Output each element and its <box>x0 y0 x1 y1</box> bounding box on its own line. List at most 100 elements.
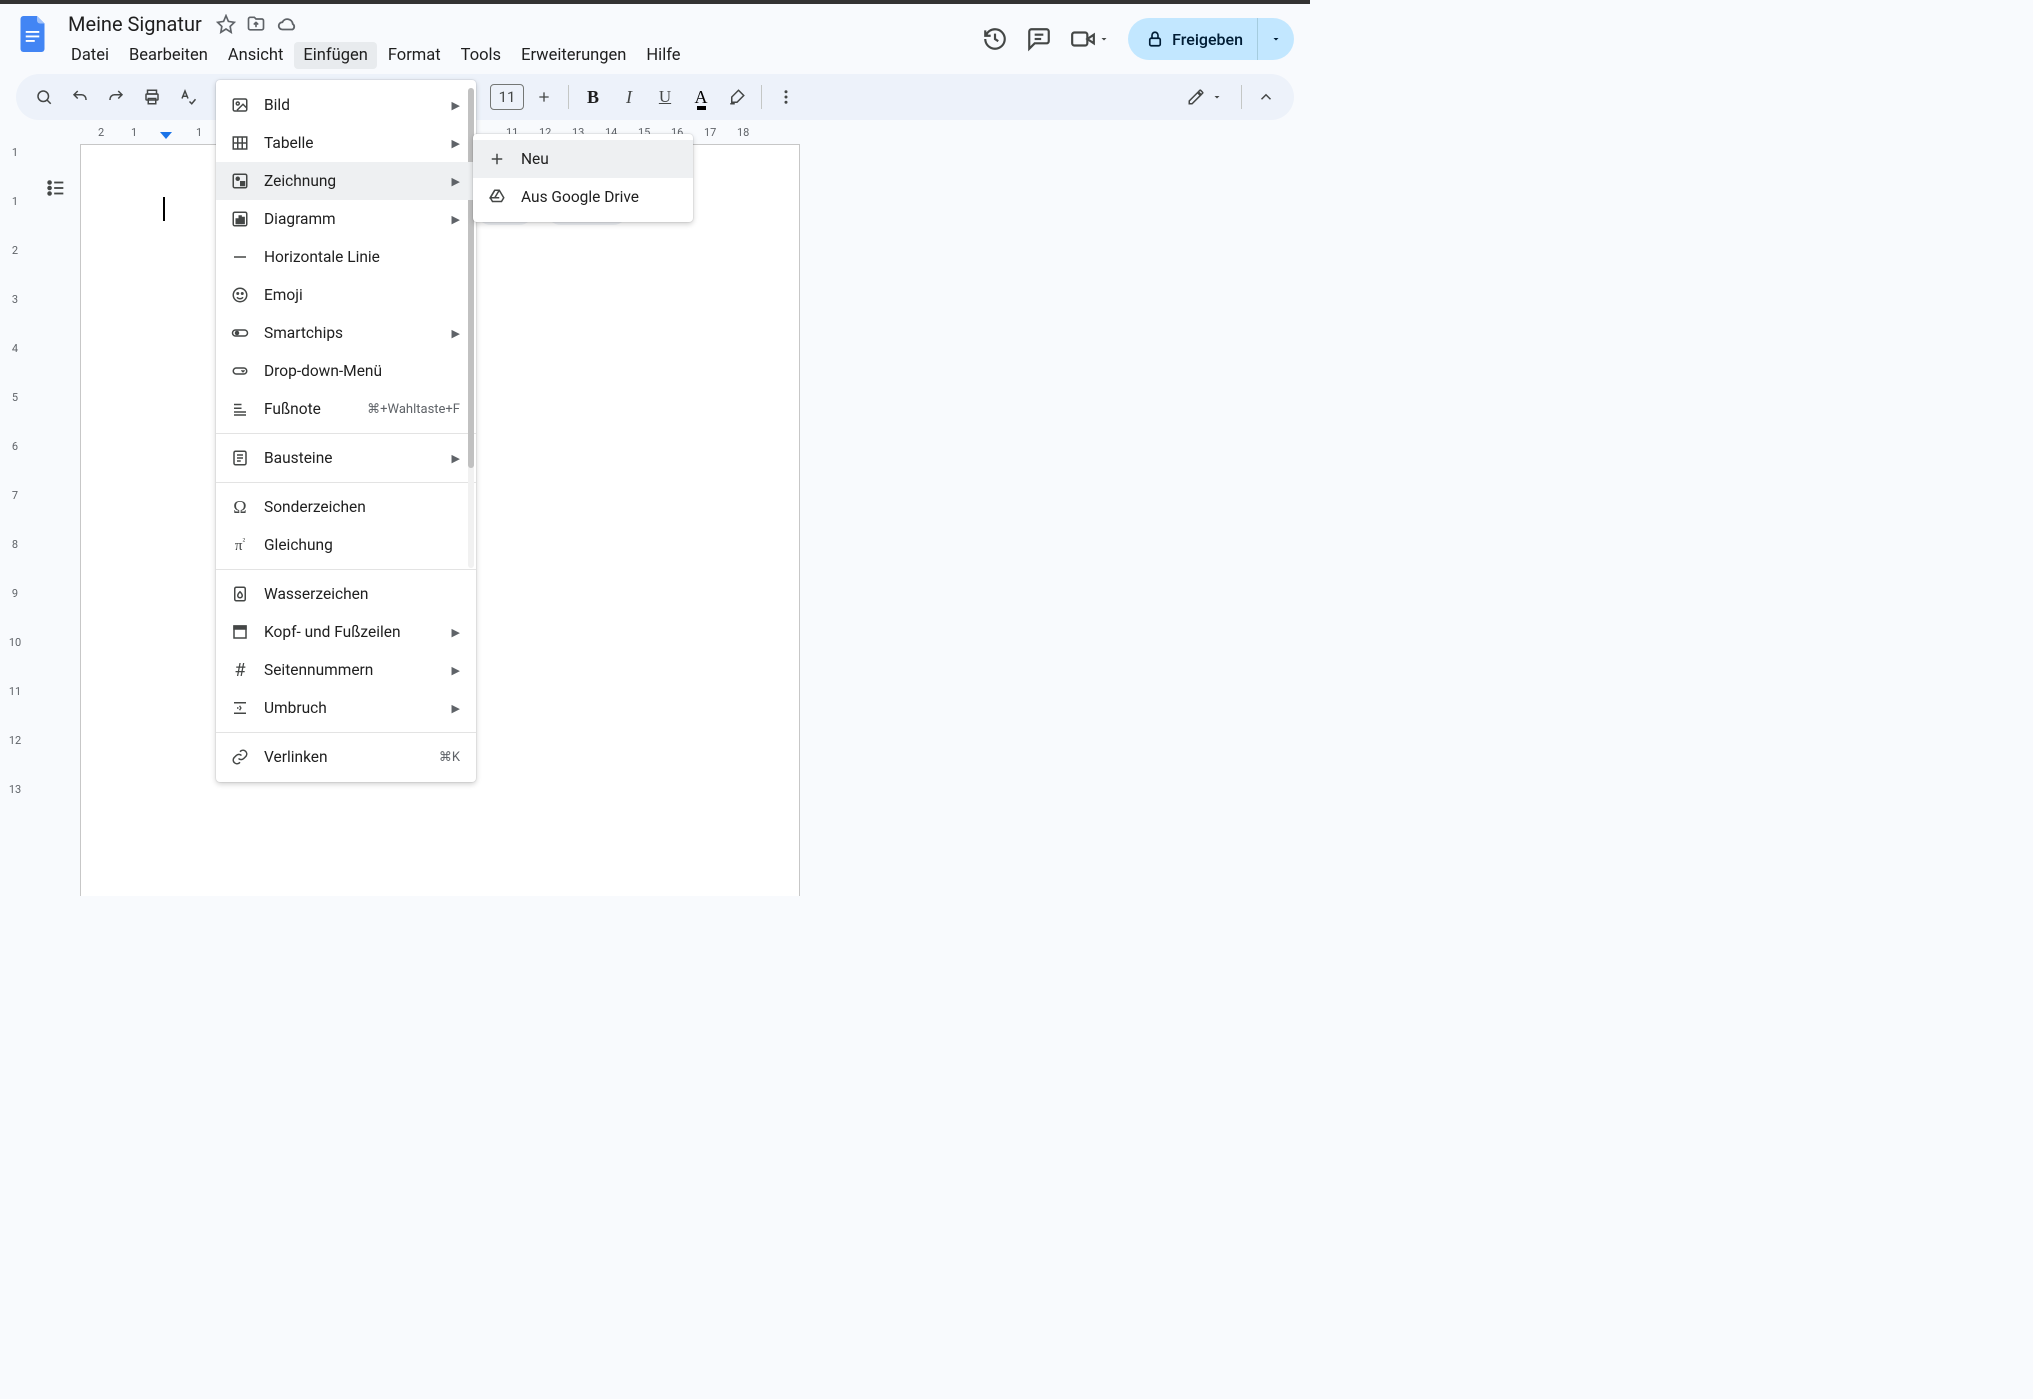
text-cursor <box>163 197 165 221</box>
menu-datei[interactable]: Datei <box>62 42 118 69</box>
menu-item-smartchips[interactable]: Smartchips ▶ <box>216 314 476 352</box>
font-size-increase[interactable] <box>528 81 560 113</box>
menu-item-label: Smartchips <box>264 324 438 342</box>
highlight-icon[interactable] <box>721 81 753 113</box>
share-dropdown[interactable] <box>1257 18 1294 60</box>
comments-icon[interactable] <box>1026 26 1052 52</box>
submenu-arrow-icon: ▶ <box>452 175 460 188</box>
menu-format[interactable]: Format <box>379 42 450 69</box>
menu-item-label: Bausteine <box>264 449 438 467</box>
chart-icon <box>230 210 250 228</box>
text-color-icon[interactable]: A <box>685 81 717 113</box>
menu-item-label: Drop-down-Menü <box>264 362 460 380</box>
submenu-item-label: Neu <box>521 150 677 168</box>
share-button[interactable]: Freigeben <box>1128 18 1294 60</box>
menu-hilfe[interactable]: Hilfe <box>637 42 689 69</box>
menubar: Datei Bearbeiten Ansicht Einfügen Format… <box>62 42 982 69</box>
submenu-arrow-icon: ▶ <box>452 327 460 340</box>
menu-item-diagramm[interactable]: Diagramm ▶ <box>216 200 476 238</box>
menu-ansicht[interactable]: Ansicht <box>219 42 293 69</box>
menu-shortcut: ⌘K <box>439 750 460 765</box>
indent-marker[interactable] <box>160 132 172 139</box>
menu-item-label: Seitennummern <box>264 661 438 679</box>
spellcheck-icon[interactable] <box>172 81 204 113</box>
share-label: Freigeben <box>1172 30 1243 49</box>
break-icon <box>230 699 250 717</box>
redo-icon[interactable] <box>100 81 132 113</box>
submenu-arrow-icon: ▶ <box>452 664 460 677</box>
menu-item-fu-note[interactable]: Fußnote⌘+Wahltaste+F <box>216 390 476 428</box>
menu-item-label: Verlinken <box>264 748 425 766</box>
hash-icon: # <box>230 660 250 681</box>
submenu-item-aus-google-drive[interactable]: Aus Google Drive <box>473 178 693 216</box>
menu-item-label: Emoji <box>264 286 460 304</box>
drawing-icon <box>230 172 250 190</box>
menu-item-wasserzeichen[interactable]: Wasserzeichen <box>216 575 476 613</box>
menu-item-label: Umbruch <box>264 699 438 717</box>
doc-title[interactable]: Meine Signatur <box>62 10 208 38</box>
submenu-arrow-icon: ▶ <box>452 452 460 465</box>
menu-einfuegen[interactable]: Einfügen <box>294 42 376 69</box>
submenu-arrow-icon: ▶ <box>452 137 460 150</box>
drive-icon <box>487 188 507 206</box>
image-icon <box>230 96 250 114</box>
plus-icon <box>487 150 507 168</box>
toolbar: 100% 11 B I U A <box>16 74 1294 120</box>
insert-menu: Bild▶Tabelle▶Zeichnung▶Diagramm▶Horizont… <box>216 80 476 782</box>
menu-item-label: Diagramm <box>264 210 438 228</box>
search-icon[interactable] <box>28 81 60 113</box>
cloud-status-icon[interactable] <box>276 13 298 35</box>
submenu-arrow-icon: ▶ <box>452 702 460 715</box>
submenu-arrow-icon: ▶ <box>452 99 460 112</box>
print-icon[interactable] <box>136 81 168 113</box>
history-icon[interactable] <box>982 26 1008 52</box>
menu-item-bild[interactable]: Bild▶ <box>216 86 476 124</box>
menu-item-label: Fußnote <box>264 400 353 418</box>
menu-item-drop-down-men-[interactable]: Drop-down-Menü <box>216 352 476 390</box>
equation-icon: π² <box>230 536 250 555</box>
menu-item-label: Kopf- und Fußzeilen <box>264 623 438 641</box>
menu-item-sonderzeichen[interactable]: ΩSonderzeichen <box>216 488 476 526</box>
submenu-item-neu[interactable]: Neu <box>473 140 693 178</box>
move-icon[interactable] <box>246 14 266 34</box>
menu-item-seitennummern[interactable]: # Seitennummern ▶ <box>216 651 476 689</box>
menu-erweiterungen[interactable]: Erweiterungen <box>512 42 635 69</box>
menu-bearbeiten[interactable]: Bearbeiten <box>120 42 217 69</box>
header: Meine Signatur Datei Bearbeiten Ansicht … <box>0 4 1310 74</box>
collapse-toolbar-icon[interactable] <box>1250 81 1282 113</box>
ruler-vertical[interactable]: 112345678910111213 <box>4 126 26 896</box>
italic-icon[interactable]: I <box>613 81 645 113</box>
docs-logo[interactable] <box>14 14 54 54</box>
menu-item-label: Tabelle <box>264 134 438 152</box>
star-icon[interactable] <box>216 14 236 34</box>
menu-item-label: Wasserzeichen <box>264 585 460 603</box>
menu-item-kopf-und-fu-zeilen[interactable]: Kopf- und Fußzeilen ▶ <box>216 613 476 651</box>
menu-item-label: Horizontale Linie <box>264 248 460 266</box>
menu-item-zeichnung[interactable]: Zeichnung▶ <box>216 162 476 200</box>
menu-tools[interactable]: Tools <box>452 42 510 69</box>
underline-icon[interactable]: U <box>649 81 681 113</box>
more-toolbar-icon[interactable] <box>770 81 802 113</box>
submenu-item-label: Aus Google Drive <box>521 188 677 206</box>
smartchip-icon <box>230 324 250 342</box>
menu-item-emoji[interactable]: Emoji <box>216 276 476 314</box>
menu-item-horizontale-linie[interactable]: Horizontale Linie <box>216 238 476 276</box>
bold-icon[interactable]: B <box>577 81 609 113</box>
menu-item-verlinken[interactable]: Verlinken ⌘K <box>216 738 476 776</box>
font-size-input[interactable]: 11 <box>490 84 524 110</box>
menu-separator <box>216 732 476 733</box>
menu-separator <box>216 482 476 483</box>
menu-item-label: Sonderzeichen <box>264 498 460 516</box>
menu-item-umbruch[interactable]: Umbruch ▶ <box>216 689 476 727</box>
menu-item-label: Gleichung <box>264 536 460 554</box>
submenu-arrow-icon: ▶ <box>452 213 460 226</box>
meet-icon[interactable] <box>1070 26 1110 52</box>
menu-item-gleichung[interactable]: π² Gleichung <box>216 526 476 564</box>
undo-icon[interactable] <box>64 81 96 113</box>
outline-toggle-icon[interactable] <box>36 168 76 208</box>
menu-item-bausteine[interactable]: Bausteine ▶ <box>216 439 476 477</box>
submenu-arrow-icon: ▶ <box>452 626 460 639</box>
menu-item-tabelle[interactable]: Tabelle ▶ <box>216 124 476 162</box>
editing-mode[interactable] <box>1177 84 1233 110</box>
work-area: 2 1 1 11 12 13 14 15 16 ▾ 17 18 11234567… <box>0 126 1310 896</box>
